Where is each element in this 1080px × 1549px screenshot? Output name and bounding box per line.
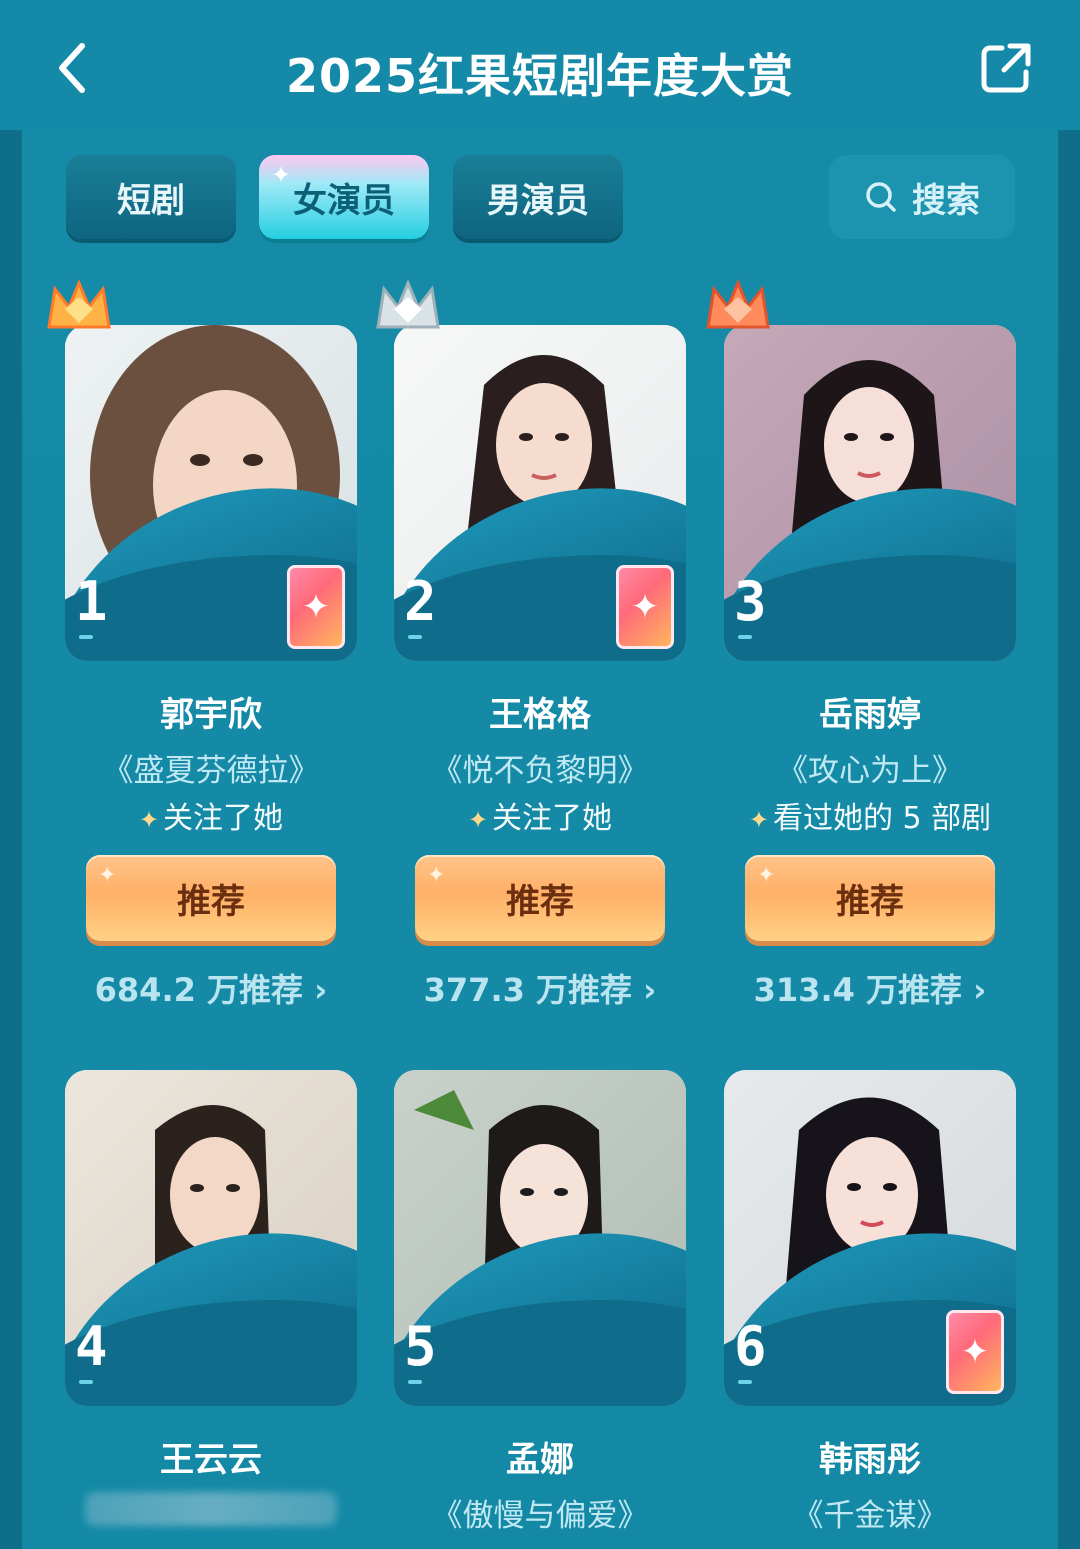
follow-note: ✦ 关注了她	[394, 793, 686, 837]
search-icon	[866, 182, 896, 212]
recommend-count[interactable]: 313.4 万推荐 ›	[724, 965, 1016, 1011]
bronze-crown-icon	[706, 279, 770, 329]
star-icon: ✦	[138, 806, 160, 834]
sparkle-icon: ✦	[427, 863, 446, 888]
note-text: 关注了她	[163, 801, 284, 836]
sparkle-card-icon: ✦	[287, 565, 345, 649]
actress-card[interactable]: 2 ✦ 王格格 《悦不负黎明》 ✦ 关注了她 ✦ 推荐 377.3 万推荐 ›	[376, 279, 724, 1009]
recommend-button[interactable]: ✦ 推荐	[86, 855, 336, 941]
top-bar: 2025红果短剧年度大赏	[0, 0, 1080, 130]
drama-title[interactable]: 《悦不负黎明》	[394, 745, 686, 790]
actress-photo[interactable]: 1 ✦	[65, 325, 357, 661]
recommend-button[interactable]: ✦ 推荐	[745, 855, 995, 941]
actress-card[interactable]: 5 孟娜 《傲慢与偏爱》	[394, 1070, 724, 1549]
rank-number: 6	[734, 1315, 767, 1378]
drama-title[interactable]: 《千金谋》	[724, 1490, 1016, 1535]
actress-name: 孟娜	[506, 1440, 574, 1480]
watched-note: ✦ 看过她的 5 部剧	[724, 793, 1016, 837]
page-title: 2025红果短剧年度大赏	[285, 49, 795, 103]
actress-card[interactable]: 1 ✦ 郭宇欣 《盛夏芬德拉》 ✦ 关注了她 ✦ 推荐 684.2 万推荐 ›	[47, 279, 395, 1009]
actress-name: 王云云	[160, 1440, 262, 1480]
actress-photo[interactable]: 2 ✦	[394, 325, 686, 661]
rank-number: 1	[75, 570, 108, 633]
right-rail	[1058, 130, 1080, 1549]
rank-underline	[79, 1380, 93, 1384]
tab-label: 短剧	[117, 180, 185, 221]
share-icon[interactable]	[978, 40, 1034, 96]
blurred-drama-title	[85, 1492, 337, 1526]
actress-name: 郭宇欣	[160, 695, 262, 735]
actress-name: 韩雨彤	[819, 1440, 921, 1480]
recommend-label: 推荐	[177, 881, 245, 922]
rank-number: 5	[404, 1315, 437, 1378]
gold-crown-icon	[47, 279, 111, 329]
star-icon: ✦	[748, 806, 769, 834]
sparkle-icon: ✦	[757, 863, 776, 888]
actress-name: 王格格	[489, 695, 591, 735]
sparkle-card-icon: ✦	[616, 565, 674, 649]
actress-photo[interactable]: 5	[394, 1070, 686, 1406]
search-label: 搜索	[912, 180, 980, 221]
drama-title[interactable]: 《盛夏芬德拉》	[65, 745, 357, 790]
tab-short-drama[interactable]: 短剧	[66, 155, 236, 239]
actress-card[interactable]: 6 ✦ 韩雨彤 《千金谋》	[724, 1070, 1054, 1549]
actress-name: 岳雨婷	[819, 695, 921, 735]
rank-underline	[79, 635, 93, 639]
note-text: 看过她的 5 部剧	[772, 801, 992, 836]
tab-actress[interactable]: ✦ 女演员	[259, 155, 429, 239]
actress-photo[interactable]: 3	[724, 325, 1016, 661]
search-button[interactable]: 搜索	[829, 155, 1015, 239]
drama-title[interactable]: 《傲慢与偏爱》	[394, 1490, 686, 1535]
recommend-label: 推荐	[506, 881, 574, 922]
actress-card[interactable]: 4 王云云	[65, 1070, 395, 1549]
rank-underline	[408, 1380, 422, 1384]
rank-underline	[738, 635, 752, 639]
silver-crown-icon	[376, 279, 440, 329]
recommend-count[interactable]: 684.2 万推荐 ›	[65, 965, 357, 1011]
left-rail	[0, 130, 22, 1549]
actress-photo[interactable]: 6 ✦	[724, 1070, 1016, 1406]
sparkle-icon: ✦	[98, 863, 117, 888]
page: 2025红果短剧年度大赏 短剧 ✦ 女演员 男演员 搜索 1 ✦ 郭宇欣 《盛夏…	[0, 0, 1080, 1549]
rank-number: 3	[734, 570, 767, 633]
rank-underline	[408, 635, 422, 639]
drama-title[interactable]: 《攻心为上》	[724, 745, 1016, 790]
rank-number: 4	[75, 1315, 108, 1378]
actress-card[interactable]: 3 岳雨婷 《攻心为上》 ✦ 看过她的 5 部剧 ✦ 推荐 313.4 万推荐 ›	[706, 279, 1054, 1009]
sparkle-icon: ✦	[271, 161, 292, 189]
actress-photo[interactable]: 4	[65, 1070, 357, 1406]
recommend-button[interactable]: ✦ 推荐	[415, 855, 665, 941]
tab-label: 男演员	[487, 180, 589, 221]
rank-number: 2	[404, 570, 437, 633]
star-icon: ✦	[467, 806, 489, 834]
recommend-count[interactable]: 377.3 万推荐 ›	[394, 965, 686, 1011]
sparkle-card-icon: ✦	[946, 1310, 1004, 1394]
note-text: 关注了她	[492, 801, 613, 836]
tab-label: 女演员	[293, 180, 395, 221]
rank-underline	[738, 1380, 752, 1384]
recommend-label: 推荐	[836, 881, 904, 922]
tab-actor[interactable]: 男演员	[453, 155, 623, 239]
follow-note: ✦ 关注了她	[65, 793, 357, 837]
